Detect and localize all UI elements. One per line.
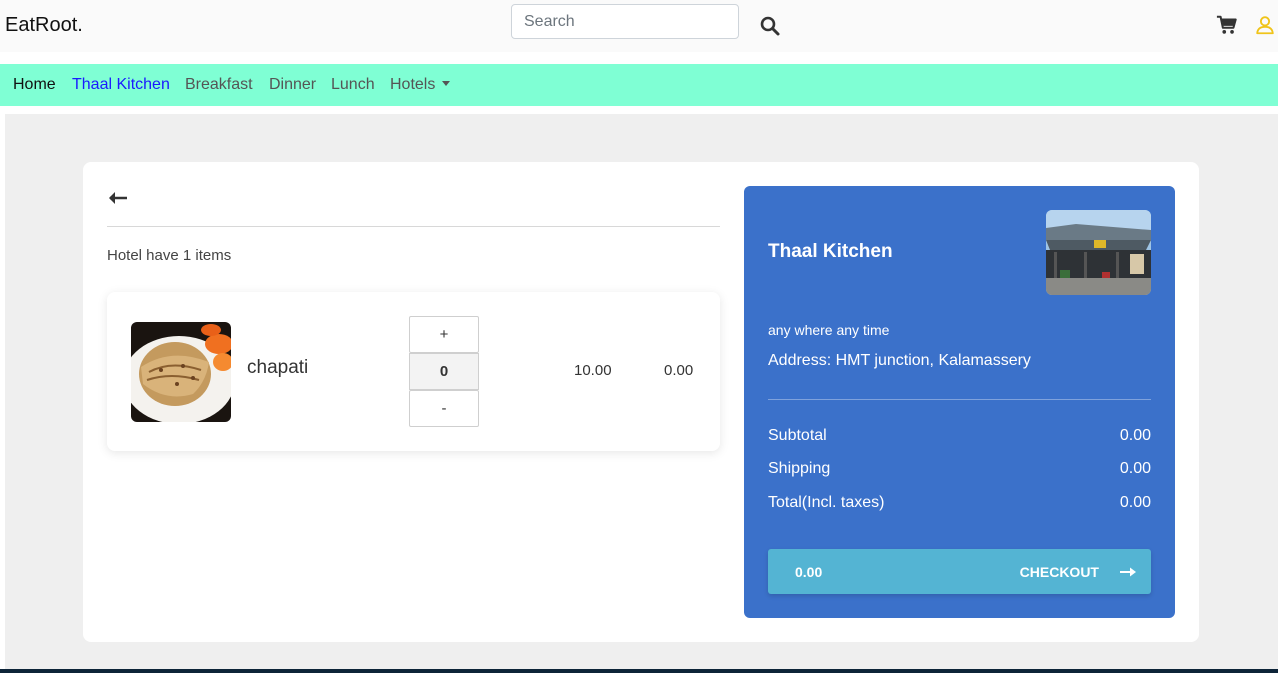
shipping-label: Shipping <box>768 460 831 477</box>
hotel-tagline: any where any time <box>768 322 890 338</box>
subtotal-value: 0.00 <box>1119 427 1151 444</box>
nav-item-thaal-kitchen[interactable]: Thaal Kitchen <box>72 76 170 94</box>
nav-item-breakfast[interactable]: Breakfast <box>185 76 253 94</box>
arrow-right-icon <box>1120 567 1136 577</box>
items-count-text: Hotel have 1 items <box>107 247 232 264</box>
chevron-down-icon <box>442 81 451 86</box>
cart-icon[interactable] <box>1216 14 1238 36</box>
hotel-name: Thaal Kitchen <box>768 241 893 262</box>
quantity-increase-button[interactable]: + <box>409 316 479 353</box>
main-navbar: Home Thaal Kitchen Breakfast Dinner Lunc… <box>0 64 1278 106</box>
item-name: chapati <box>247 357 309 378</box>
hotel-address: Address: HMT junction, Kalamassery <box>768 352 1031 369</box>
nav-item-hotels-label: Hotels <box>390 76 436 93</box>
user-icon[interactable] <box>1254 14 1276 36</box>
checkout-label: CHECKOUT <box>1019 564 1099 580</box>
brand-logo[interactable]: EatRoot. <box>5 14 83 37</box>
quantity-decrease-button[interactable]: - <box>409 390 479 427</box>
footer-strip <box>0 669 1278 673</box>
item-total: 0.00 <box>664 362 694 379</box>
nav-item-dinner[interactable]: Dinner <box>269 76 316 94</box>
item-price: 10.00 <box>574 362 612 379</box>
total-label: Total(Incl. taxes) <box>768 494 885 511</box>
back-arrow-icon[interactable] <box>107 187 129 209</box>
total-value: 0.00 <box>1119 494 1151 511</box>
search-input[interactable] <box>511 4 739 39</box>
hotel-image <box>1046 210 1151 295</box>
shipping-value: 0.00 <box>1119 460 1151 477</box>
nav-item-lunch[interactable]: Lunch <box>331 76 375 94</box>
checkout-button[interactable]: 0.00 CHECKOUT <box>768 549 1151 594</box>
checkout-amount: 0.00 <box>795 564 823 580</box>
top-header: EatRoot. <box>0 0 1278 52</box>
nav-item-hotels-dropdown[interactable]: Hotels <box>390 76 451 94</box>
search-icon[interactable] <box>758 14 782 38</box>
food-image <box>131 322 231 422</box>
nav-item-home[interactable]: Home <box>13 76 56 94</box>
quantity-field[interactable] <box>409 353 479 390</box>
summary-divider <box>768 399 1151 400</box>
divider <box>107 226 720 227</box>
subtotal-label: Subtotal <box>768 427 827 444</box>
